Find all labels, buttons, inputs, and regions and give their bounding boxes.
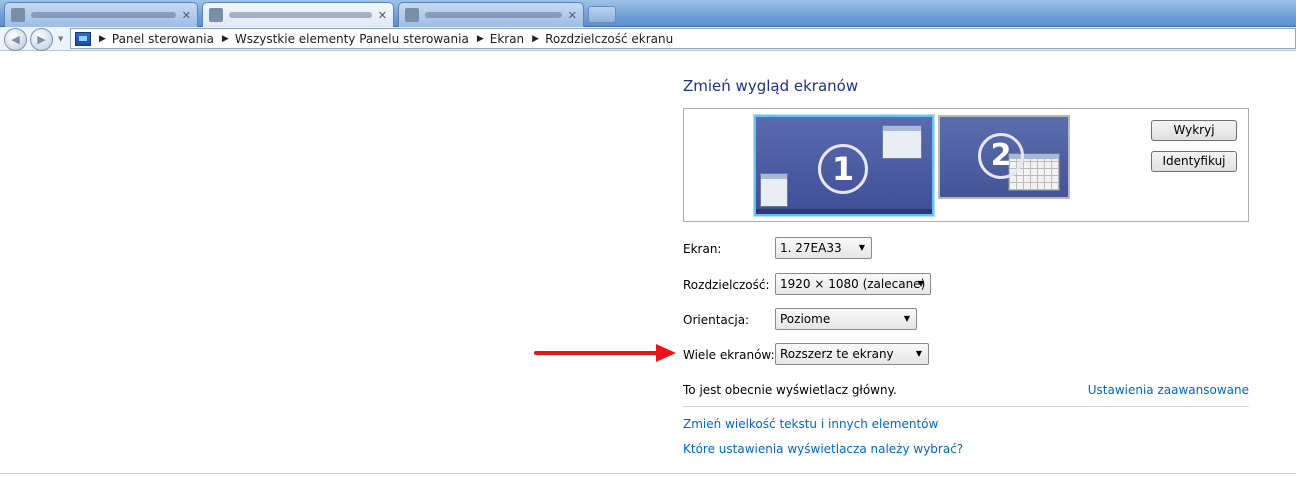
browser-tab[interactable]: ✕	[398, 2, 584, 27]
multiple-displays-select[interactable]: Rozszerz te ekrany ▼	[775, 343, 929, 365]
breadcrumb-item-all-items[interactable]: Wszystkie elementy Panelu sterowania	[235, 32, 469, 46]
breadcrumb-item-control-panel[interactable]: Panel sterowania	[112, 32, 214, 46]
screen-select-value: 1. 27EA33	[780, 241, 842, 255]
back-arrow-icon: ◀	[11, 33, 20, 46]
advanced-settings-link[interactable]: Ustawienia zaawansowane	[1088, 383, 1249, 397]
control-panel-icon	[75, 31, 91, 46]
breadcrumb: ▶ Panel sterowania ▶ Wszystkie elementy …	[99, 32, 673, 46]
navigation-bar: ◀ ▶ ▼ ▶ Panel sterowania ▶ Wszystkie ele…	[0, 27, 1296, 51]
monitor-number-2: 2	[978, 133, 1024, 179]
annotation-arrow-shaft	[534, 351, 666, 355]
window-thumbnail-icon	[882, 125, 922, 159]
tab-favicon-icon	[11, 8, 25, 22]
address-bar[interactable]: ▶ Panel sterowania ▶ Wszystkie elementy …	[70, 28, 1296, 49]
page-title: Zmień wygląd ekranów	[683, 77, 859, 95]
annotation-arrow-icon	[656, 344, 676, 362]
new-tab-button[interactable]	[588, 6, 616, 23]
browser-tab-active[interactable]: ✕	[202, 2, 394, 27]
tab-title-blurred	[31, 12, 176, 18]
multiple-displays-label: Wiele ekranów:	[683, 348, 775, 362]
tab-title-blurred	[425, 12, 562, 18]
taskbar-thumbnail	[756, 209, 932, 214]
divider	[683, 406, 1249, 407]
control-panel-window: ✕ ✕ ✕ ◀ ▶ ▼ ▶ Panel sterowania ▶ Wszystk…	[0, 0, 1296, 477]
monitor-2[interactable]: 2	[938, 115, 1070, 199]
orientation-label: Orientacja:	[683, 313, 750, 327]
breadcrumb-separator-icon[interactable]: ▶	[477, 34, 484, 44]
tab-close-icon[interactable]: ✕	[182, 9, 191, 22]
which-settings-link[interactable]: Które ustawienia wyświetlacza należy wyb…	[683, 442, 963, 456]
forward-button[interactable]: ▶	[30, 28, 53, 51]
start-menu-thumbnail-icon	[760, 173, 788, 207]
breadcrumb-separator-icon[interactable]: ▶	[222, 34, 229, 44]
detect-button[interactable]: Wykryj	[1151, 120, 1237, 141]
browser-tab-strip: ✕ ✕ ✕	[0, 0, 1296, 27]
resolution-select-value: 1920 × 1080 (zalecane)	[780, 277, 926, 291]
monitor-number-1: 1	[818, 144, 868, 194]
tab-close-icon[interactable]: ✕	[378, 9, 387, 22]
text-size-link[interactable]: Zmień wielkość tekstu i innych elementów	[683, 417, 938, 431]
bottom-divider	[0, 473, 1296, 474]
orientation-select[interactable]: Poziome ▼	[775, 308, 917, 330]
forward-arrow-icon: ▶	[37, 33, 46, 46]
identify-button[interactable]: Identyfikuj	[1151, 151, 1237, 172]
multiple-displays-select-value: Rozszerz te ekrany	[780, 347, 894, 361]
breadcrumb-separator-icon[interactable]: ▶	[532, 34, 539, 44]
screen-select[interactable]: 1. 27EA33 ▼	[775, 237, 872, 259]
breadcrumb-item-display[interactable]: Ekran	[490, 32, 524, 46]
tab-close-icon[interactable]: ✕	[568, 9, 577, 22]
chevron-down-icon: ▼	[915, 349, 922, 358]
screen-label: Ekran:	[683, 242, 722, 256]
browser-tab[interactable]: ✕	[4, 2, 198, 27]
resolution-label: Rozdzielczość:	[683, 278, 770, 292]
monitor-1[interactable]: 1	[754, 115, 934, 216]
breadcrumb-separator-icon[interactable]: ▶	[99, 34, 106, 44]
chevron-down-icon: ▼	[903, 314, 910, 323]
orientation-select-value: Poziome	[780, 312, 831, 326]
back-button[interactable]: ◀	[4, 28, 27, 51]
resolution-select[interactable]: 1920 × 1080 (zalecane) ▼	[775, 273, 931, 295]
primary-display-status: To jest obecnie wyświetlacz główny.	[683, 383, 897, 397]
recent-pages-dropdown-icon[interactable]: ▼	[58, 35, 63, 43]
tab-favicon-icon	[405, 8, 419, 22]
tab-title-blurred	[229, 12, 372, 18]
chevron-down-icon: ▼	[858, 243, 865, 252]
tab-favicon-icon	[209, 8, 223, 22]
breadcrumb-item-resolution[interactable]: Rozdzielczość ekranu	[545, 32, 673, 46]
chevron-down-icon: ▼	[917, 279, 924, 288]
